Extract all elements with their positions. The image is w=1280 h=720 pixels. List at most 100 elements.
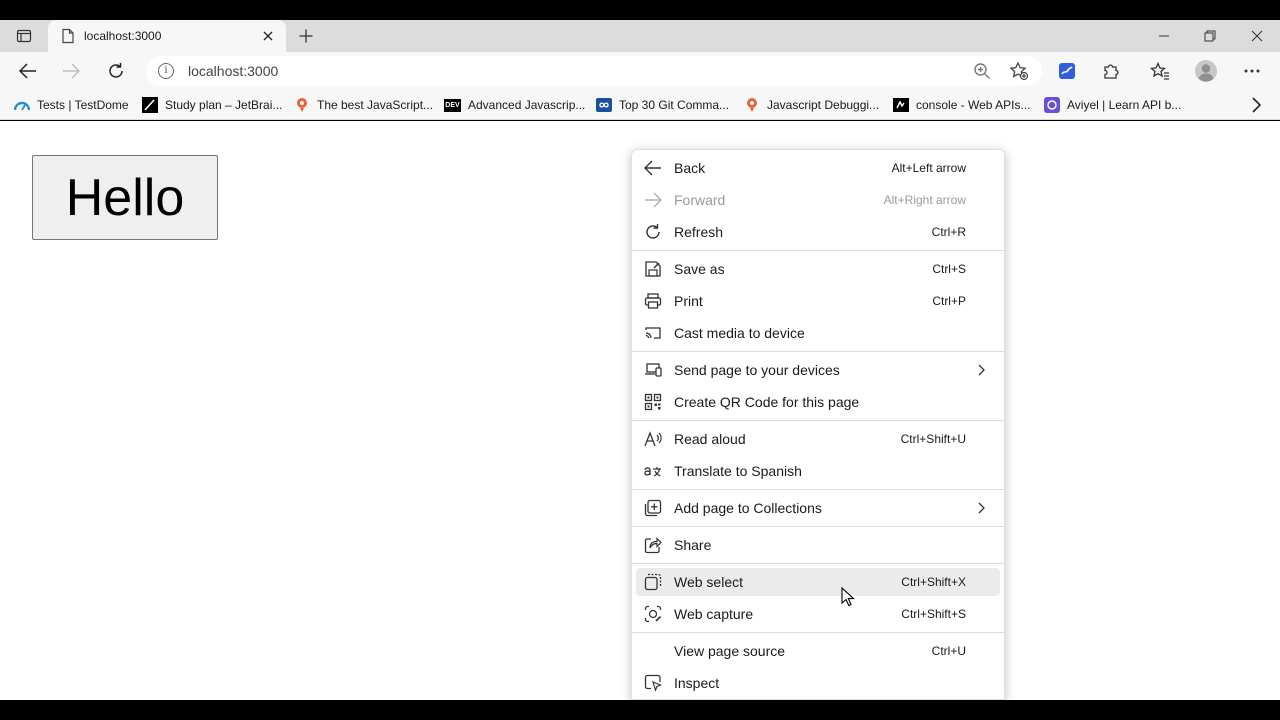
share-icon: [644, 537, 662, 554]
zoom-icon[interactable]: [970, 59, 994, 83]
menu-separator: [632, 526, 1004, 527]
menu-separator: [632, 632, 1004, 633]
menu-item-forward[interactable]: Forward Alt+Right arrow: [636, 186, 1000, 214]
web-capture-icon: [644, 605, 662, 623]
menu-item-refresh[interactable]: Refresh Ctrl+R: [636, 218, 1000, 246]
chevron-right-icon: [978, 502, 985, 514]
qr-code-icon: [644, 393, 662, 411]
testdome-icon: [14, 97, 30, 113]
close-tab-button[interactable]: [260, 28, 276, 44]
new-tab-button[interactable]: [294, 24, 318, 48]
back-button[interactable]: [14, 57, 42, 85]
devices-icon: [645, 363, 662, 377]
back-arrow-icon: [19, 63, 36, 79]
menu-item-print[interactable]: Print Ctrl+P: [636, 287, 1000, 315]
profile-button[interactable]: [1192, 57, 1220, 85]
close-icon: [1251, 30, 1263, 42]
address-bar[interactable]: i localhost:3000: [146, 56, 1042, 86]
favorites-button[interactable]: [1146, 57, 1174, 85]
bookmark-item[interactable]: Tests | TestDome: [14, 95, 129, 115]
web-select-icon: [644, 573, 662, 591]
javascript-icon: [294, 97, 310, 113]
menu-item-qr-code[interactable]: Create QR Code for this page: [636, 388, 1000, 416]
menu-separator: [632, 489, 1004, 490]
menu-item-web-capture[interactable]: Web capture Ctrl+Shift+S: [636, 600, 1000, 628]
favorites-icon: [1150, 62, 1169, 80]
print-icon: [644, 293, 662, 309]
tab-actions-button[interactable]: [8, 24, 40, 48]
jetbrains-icon: [142, 97, 158, 113]
menu-item-inspect[interactable]: Inspect: [636, 669, 1000, 697]
menu-separator: [632, 563, 1004, 564]
minimize-button[interactable]: [1144, 24, 1184, 48]
read-aloud-icon: [644, 431, 662, 447]
forward-button[interactable]: [57, 57, 85, 85]
menu-separator: [632, 250, 1004, 251]
infinity-icon: [596, 97, 612, 113]
refresh-icon: [646, 224, 660, 239]
cast-icon: [645, 327, 661, 339]
forward-arrow-icon: [63, 63, 80, 79]
mouse-cursor-icon: [841, 587, 855, 607]
menu-separator: [632, 351, 1004, 352]
bookmark-item[interactable]: Javascript Debuggi...: [744, 95, 879, 115]
menu-item-save-as[interactable]: Save as Ctrl+S: [636, 255, 1000, 283]
inspect-icon: [644, 674, 662, 692]
page-icon: [60, 28, 76, 44]
menu-item-share[interactable]: Share: [636, 531, 1000, 559]
menu-separator: [632, 420, 1004, 421]
menu-item-collections[interactable]: Add page to Collections: [636, 494, 1000, 522]
puzzle-icon: [1104, 64, 1119, 79]
back-arrow-icon: [644, 160, 661, 176]
bookmark-item[interactable]: Aviyel | Learn API b...: [1044, 95, 1181, 115]
refresh-icon: [109, 63, 123, 78]
save-icon: [645, 261, 661, 277]
refresh-button[interactable]: [102, 57, 130, 85]
chevron-right-icon[interactable]: [1248, 96, 1264, 114]
extension-button[interactable]: [1053, 57, 1081, 85]
bookmark-item[interactable]: The best JavaScript...: [294, 95, 433, 115]
menu-item-back[interactable]: Back Alt+Left arrow: [636, 154, 1000, 182]
mdn-icon: [893, 97, 909, 113]
extension-app-icon: [1059, 63, 1075, 79]
close-icon: [263, 31, 273, 41]
menu-item-send-page[interactable]: Send page to your devices: [636, 356, 1000, 384]
address-text[interactable]: localhost:3000: [188, 63, 278, 79]
site-info-icon[interactable]: i: [158, 63, 174, 79]
menu-item-cast[interactable]: Cast media to device: [636, 319, 1000, 347]
forward-arrow-icon: [645, 192, 662, 208]
dev-icon: DEV: [444, 98, 461, 112]
add-favorite-icon[interactable]: [1007, 59, 1031, 83]
close-window-button[interactable]: [1237, 24, 1277, 48]
menu-item-web-select[interactable]: Web select Ctrl+Shift+X: [636, 568, 1000, 596]
extensions-button[interactable]: [1097, 57, 1125, 85]
menu-item-read-aloud[interactable]: Read aloud Ctrl+Shift+U: [636, 425, 1000, 453]
bookmark-item[interactable]: console - Web APIs...: [893, 95, 1031, 115]
aviyel-icon: [1044, 97, 1060, 113]
menu-item-view-source[interactable]: View page source Ctrl+U: [636, 637, 1000, 665]
more-options-icon: [1244, 69, 1260, 73]
bookmark-item[interactable]: Top 30 Git Comma...: [596, 95, 729, 115]
minimize-icon: [1159, 35, 1169, 37]
bookmark-item[interactable]: Study plan – JetBrai...: [142, 95, 282, 115]
avatar-icon: [1195, 60, 1217, 82]
context-menu: Back Alt+Left arrow Forward Alt+Right ar…: [631, 149, 1005, 700]
settings-menu-button[interactable]: [1238, 57, 1266, 85]
menu-item-translate[interactable]: Translate to Spanish: [636, 457, 1000, 485]
collections-icon: [644, 499, 662, 517]
browser-window: localhost:3000 i localhost:3000 Tests | …: [0, 0, 1280, 720]
favorites-bar: Tests | TestDome Study plan – JetBrai...…: [0, 90, 1280, 120]
restore-icon: [1204, 30, 1216, 42]
javascript-icon: [744, 97, 760, 113]
restore-button[interactable]: [1190, 24, 1230, 48]
tab-active[interactable]: localhost:3000: [48, 20, 286, 52]
translate-icon: [644, 467, 661, 477]
tab-strip: localhost:3000: [0, 20, 1280, 52]
tab-title: localhost:3000: [84, 29, 162, 43]
tab-actions-icon: [16, 29, 32, 43]
chevron-right-icon: [978, 364, 985, 376]
bookmark-item[interactable]: DEV Advanced Javascrip...: [444, 95, 585, 115]
navigation-toolbar: i localhost:3000: [0, 52, 1280, 90]
plus-icon: [299, 29, 313, 43]
hello-button[interactable]: Hello: [32, 155, 218, 240]
